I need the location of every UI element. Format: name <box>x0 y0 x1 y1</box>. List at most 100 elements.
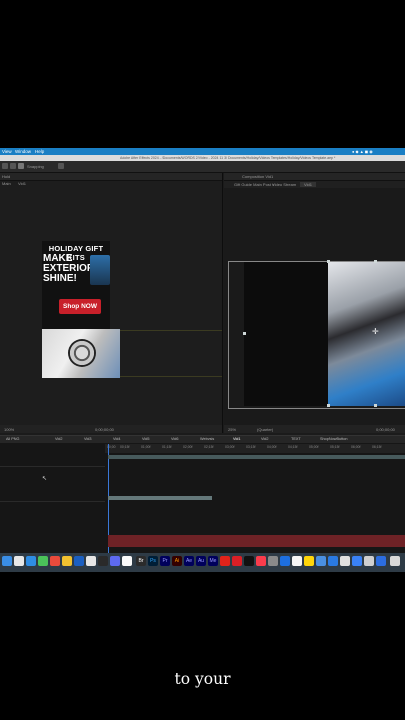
time-ruler[interactable]: 00;00 00;15f 01;00f 01;15f 02;00f 02;15f… <box>105 444 405 453</box>
appletv-icon[interactable] <box>244 556 254 566</box>
selection-tool-icon[interactable] <box>2 163 8 169</box>
row-divider <box>0 466 105 467</box>
finder-icon[interactable] <box>2 556 12 566</box>
comp-black-area <box>244 262 328 406</box>
car-wheel-image[interactable] <box>42 329 120 378</box>
settings-icon[interactable] <box>268 556 278 566</box>
row-divider <box>0 501 105 502</box>
after-effects-icon[interactable]: Ae <box>184 556 194 566</box>
notes-icon[interactable] <box>62 556 72 566</box>
tab-text[interactable]: TEXT <box>291 436 301 443</box>
tab-vid1-active[interactable]: Vid1 <box>233 436 241 443</box>
tab-gift-guide[interactable]: Gift Guide Main Post × <box>234 182 274 187</box>
ruler-tick: 02;00f <box>183 445 193 449</box>
composition-viewer[interactable]: ✛ <box>228 260 405 409</box>
folder-icon[interactable] <box>340 556 350 566</box>
tab-video-stream[interactable]: Video Stream <box>272 182 296 187</box>
media-encoder-icon[interactable]: Me <box>208 556 218 566</box>
composition-header: Composition Vid1 <box>224 173 405 181</box>
shop-now-button[interactable]: Shop NOW <box>59 299 101 314</box>
tab-vid1[interactable]: Vid1 <box>300 182 316 187</box>
tab-all-png[interactable]: All PNG <box>6 436 20 443</box>
ad-tagline: MAKE EXTERIOR SHINE! <box>43 253 95 284</box>
ruler-tick: 02;15f <box>204 445 214 449</box>
acrobat-icon[interactable] <box>220 556 230 566</box>
current-time[interactable]: 0;00;00;00 <box>95 427 114 432</box>
stickies-icon[interactable] <box>304 556 314 566</box>
discord-icon[interactable] <box>110 556 120 566</box>
tab-vid2b[interactable]: Vid2 <box>261 436 269 443</box>
vscode-icon[interactable] <box>74 556 84 566</box>
photoshop-icon[interactable]: Ps <box>148 556 158 566</box>
menu-view[interactable]: View <box>2 148 12 155</box>
terminal-icon[interactable] <box>98 556 108 566</box>
tab-vid2[interactable]: Vid2 <box>55 436 63 443</box>
ruler-tick: 06;00f <box>351 445 361 449</box>
calendar-icon[interactable] <box>292 556 302 566</box>
trash-icon[interactable] <box>390 556 400 566</box>
breadcrumb-main[interactable]: Main <box>2 181 11 186</box>
music-icon[interactable] <box>256 556 266 566</box>
pin-tool-icon[interactable] <box>58 163 64 169</box>
mail-icon[interactable] <box>50 556 60 566</box>
transform-handle[interactable] <box>374 260 377 263</box>
folder2-icon[interactable] <box>364 556 374 566</box>
tab-vid5[interactable]: Vid5 <box>142 436 150 443</box>
holiday-ad-layer[interactable]: HOLIDAY GIFT KITS MAKE EXTERIOR SHINE! S… <box>42 241 110 329</box>
adobe-cc-icon[interactable] <box>232 556 242 566</box>
ruler-tick: 05;15f <box>330 445 340 449</box>
transform-handle[interactable] <box>243 332 246 335</box>
xcode-icon[interactable] <box>328 556 338 566</box>
premiere-icon[interactable]: Pr <box>160 556 170 566</box>
tab-shop-now-button[interactable]: ShopNowButton <box>320 436 347 443</box>
track-bar-red[interactable] <box>108 535 405 547</box>
preview-icon[interactable] <box>316 556 326 566</box>
comp-zoom[interactable]: 25% <box>228 427 236 432</box>
transform-handle[interactable] <box>327 404 330 407</box>
ruler-tick: 04;15f <box>288 445 298 449</box>
ruler-tick: 03;15f <box>246 445 256 449</box>
illustrator-icon[interactable]: Ai <box>172 556 182 566</box>
layer-panel-title: Hold <box>2 174 11 179</box>
layer-breadcrumb: Main Vid1 <box>0 181 222 187</box>
layer-bar[interactable] <box>108 455 405 459</box>
folder3-icon[interactable] <box>376 556 386 566</box>
tab-webvsis[interactable]: Webvsis <box>200 436 214 443</box>
comp-time[interactable]: 0;00;00;00 <box>376 427 395 432</box>
breadcrumb-vid1[interactable]: Vid1 <box>18 181 26 186</box>
hand-tool-icon[interactable] <box>10 163 16 169</box>
appstore-icon[interactable] <box>280 556 290 566</box>
launchpad-icon[interactable] <box>14 556 24 566</box>
menu-bar: View Window Help ● ◆ ▲ ◼ ◉ <box>0 148 405 155</box>
timeline-panel: All PNG Vid2 Vid3 Vid4 Vid5 Vid6 Webvsis… <box>0 435 405 553</box>
audition-icon[interactable]: Au <box>196 556 206 566</box>
comp-quality[interactable]: (Quarter) <box>257 427 273 432</box>
ruler-tick: 06;15f <box>372 445 382 449</box>
composition-panel: Composition Vid1 Gift Guide Main Post × … <box>224 173 405 433</box>
ruler-tick: 04;00f <box>267 445 277 449</box>
product-kit-image <box>90 255 110 285</box>
safari-icon[interactable] <box>26 556 36 566</box>
transform-handle[interactable] <box>327 260 330 263</box>
layer-panel-footer: 100% 0;00;00;00 <box>0 425 222 433</box>
composition-title: Composition Vid1 <box>242 174 274 179</box>
snapping-checkbox[interactable] <box>18 163 24 169</box>
anchor-point-icon[interactable]: ✛ <box>372 328 380 336</box>
bridge-icon[interactable]: Br <box>136 556 146 566</box>
ruler-tick: 01;00f <box>141 445 151 449</box>
tab-vid3[interactable]: Vid3 <box>84 436 92 443</box>
car-detailing-photo: ✛ <box>328 262 405 406</box>
photos-icon[interactable] <box>122 556 132 566</box>
layer-panel: Hold Main Vid1 100% 0;00;00;00 <box>0 173 223 433</box>
macos-dock: Br Ps Pr Ai Ae Au Me <box>0 553 405 572</box>
tab-vid6[interactable]: Vid6 <box>171 436 179 443</box>
layer-bar[interactable] <box>108 496 212 500</box>
chrome-icon[interactable] <box>86 556 96 566</box>
transform-handle[interactable] <box>374 404 377 407</box>
zoom-level[interactable]: 100% <box>4 427 14 432</box>
messages-icon[interactable] <box>38 556 48 566</box>
menu-help[interactable]: Help <box>35 148 44 155</box>
menu-window[interactable]: Window <box>15 148 31 155</box>
downloads-icon[interactable] <box>352 556 362 566</box>
tab-vid4[interactable]: Vid4 <box>113 436 121 443</box>
